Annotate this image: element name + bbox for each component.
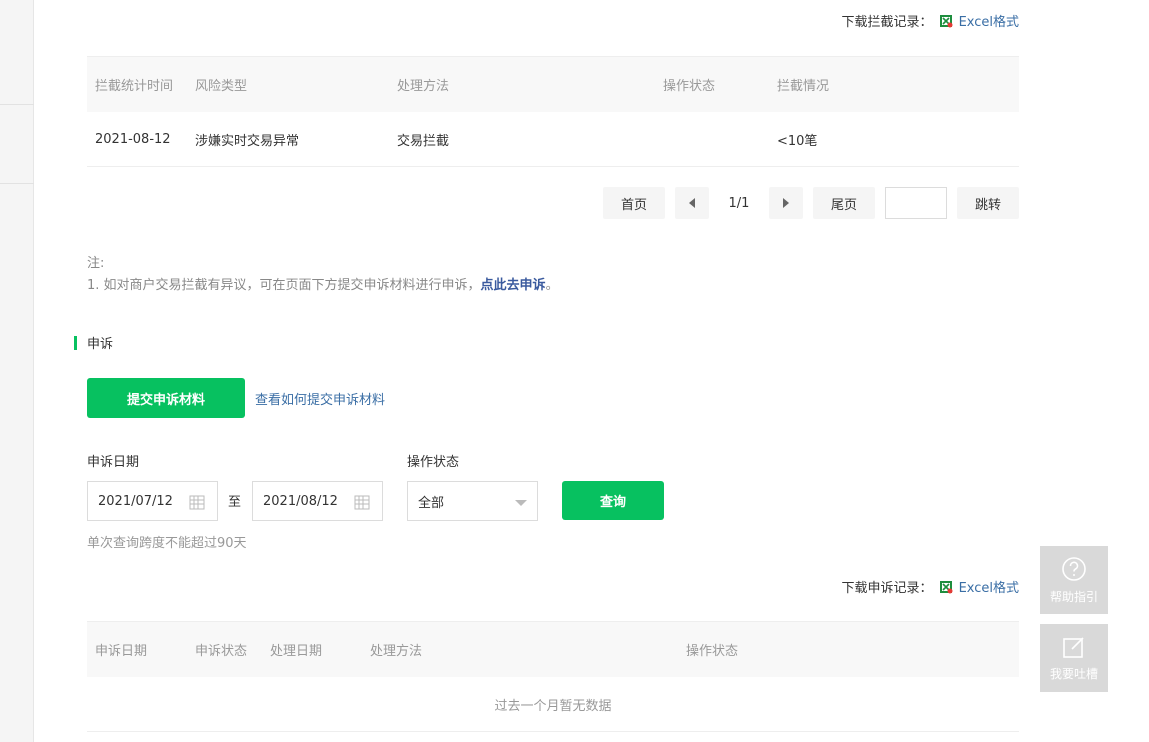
query-hint: 单次查询跨度不能超过90天 [87,536,247,551]
feedback-label: 我要吐槽 [1049,666,1098,681]
pagination: 首页 1/1 尾页 跳转 [603,187,1019,219]
triangle-right-icon [783,198,789,208]
status-select-value: 全部 [418,495,445,511]
appeal-date-label: 申诉日期 [87,455,140,470]
calendar-icon [189,495,205,510]
dropdown-arrow-icon [515,500,527,506]
note-line: 1. 如对商户交易拦截有异议，可在页面下方提交申诉材料进行申诉，点此去申诉。 [87,275,559,297]
sidebar-divider [0,183,34,184]
start-date-field[interactable]: 2021/07/12 [87,481,218,521]
appeal-section-title: 申诉 [74,333,113,352]
status-label: 操作状态 [407,455,460,470]
query-button[interactable]: 查询 [562,481,664,520]
next-page-button[interactable] [769,187,803,219]
status-select[interactable]: 全部 [407,481,538,521]
page-jump-input[interactable] [885,187,947,219]
cell-situation: <10笔 [777,133,818,149]
feedback-button[interactable]: 我要吐槽 [1040,624,1108,692]
note: 注: 1. 如对商户交易拦截有异议，可在页面下方提交申诉材料进行申诉，点此去申诉… [87,253,559,297]
header-cell: 处理日期 [270,644,323,659]
header-cell: 申诉日期 [95,644,148,659]
table-header: 拦截统计时间 风险类型 处理方法 操作状态 拦截情况 [87,56,1019,112]
appeal-download-label: 下载申诉记录： [841,581,933,596]
note-text: 1. 如对商户交易拦截有异议，可在页面下方提交申诉材料进行申诉， [87,278,481,293]
header-cell: 拦截情况 [777,79,830,94]
prev-page-button[interactable] [675,187,709,219]
jump-button[interactable]: 跳转 [957,187,1019,219]
block-download-label: 下载拦截记录： [841,15,933,30]
appeal-table: 申诉日期 申诉状态 处理日期 处理方法 操作状态 过去一个月暂无数据 [87,621,1019,732]
edit-icon [1063,636,1084,658]
help-guide-button[interactable]: 帮助指引 [1040,546,1108,614]
block-download-row: 下载拦截记录： Excel格式 [842,11,1019,30]
left-sidebar [0,0,34,742]
start-date-value: 2021/07/12 [98,493,173,509]
section-accent-bar [74,335,77,350]
triangle-left-icon [689,198,695,208]
header-cell: 处理方法 [370,644,423,659]
empty-state: 过去一个月暂无数据 [87,677,1019,732]
appeal-download-row: 下载申诉记录： Excel格式 [842,577,1019,596]
page-info: 1/1 [728,195,750,211]
appeal-excel-link[interactable]: Excel格式 [959,577,1019,596]
header-cell: 拦截统计时间 [95,79,174,94]
header-cell: 操作状态 [663,79,716,94]
excel-icon [939,14,953,27]
table-row: 2021-08-12 涉嫌实时交易异常 交易拦截 <10笔 [87,112,1019,167]
question-icon [1062,556,1086,581]
table-header: 申诉日期 申诉状态 处理日期 处理方法 操作状态 [87,621,1019,677]
submit-appeal-button[interactable]: 提交申诉材料 [87,378,245,418]
appeal-link[interactable]: 点此去申诉 [481,278,546,293]
end-date-field[interactable]: 2021/08/12 [252,481,383,521]
excel-icon [939,580,953,593]
sidebar-divider [0,104,34,105]
how-to-submit-link[interactable]: 查看如何提交申诉材料 [255,389,385,408]
block-excel-link[interactable]: Excel格式 [959,11,1019,30]
cell-method: 交易拦截 [397,133,450,149]
first-page-button[interactable]: 首页 [603,187,665,219]
cell-risk: 涉嫌实时交易异常 [195,133,300,149]
date-range-separator: 至 [228,495,242,510]
cell-date: 2021-08-12 [95,131,171,147]
block-table: 拦截统计时间 风险类型 处理方法 操作状态 拦截情况 2021-08-12 涉嫌… [87,56,1019,167]
calendar-icon [354,495,370,510]
header-cell: 风险类型 [195,79,248,94]
header-cell: 申诉状态 [195,644,248,659]
end-date-value: 2021/08/12 [263,493,338,509]
last-page-button[interactable]: 尾页 [813,187,875,219]
note-suffix: 。 [545,278,559,293]
section-title-text: 申诉 [87,337,114,352]
header-cell: 处理方法 [397,79,450,94]
note-title: 注: [87,256,105,271]
header-cell: 操作状态 [686,644,739,659]
help-guide-label: 帮助指引 [1049,589,1098,604]
